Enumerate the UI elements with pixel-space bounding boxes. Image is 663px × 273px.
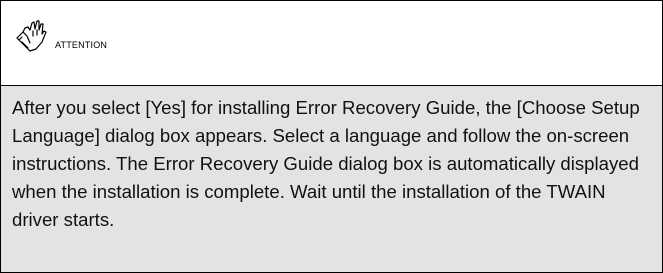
hand-pointing-icon xyxy=(14,18,48,56)
attention-box: ATTENTION After you select [Yes] for ins… xyxy=(0,0,663,273)
attention-label: ATTENTION xyxy=(55,40,108,50)
attention-text: After you select [Yes] for installing Er… xyxy=(12,97,640,230)
attention-header: ATTENTION xyxy=(1,1,662,86)
attention-body: After you select [Yes] for installing Er… xyxy=(1,86,662,272)
